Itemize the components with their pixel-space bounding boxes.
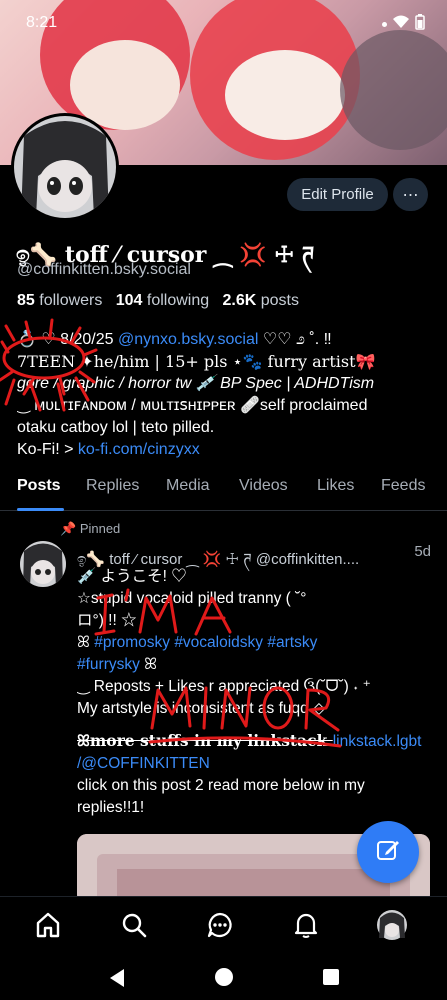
- nav-notifications-button[interactable]: [290, 911, 322, 943]
- chat-icon: [206, 911, 234, 944]
- linkstack-link-path[interactable]: /@COFFINKITTEN: [77, 755, 210, 772]
- tab-feeds[interactable]: Feeds: [381, 477, 425, 495]
- posts-count: 2.6K: [222, 292, 257, 309]
- nav-chat-button[interactable]: [204, 911, 236, 943]
- followers-count: 85: [17, 292, 35, 309]
- partner-handle-link[interactable]: @nynxo.bsky.social: [118, 331, 258, 348]
- hashtag-furrysky[interactable]: #furrysky: [77, 656, 140, 673]
- bio-line3: gore / graphic / horror tw 💉 BP Spec | A…: [17, 375, 375, 392]
- active-tab-indicator: [17, 508, 64, 511]
- post-author-avatar[interactable]: [20, 541, 66, 587]
- post-spacer: [77, 720, 437, 730]
- post-line2: ☆stupid vocaloid pilled tranny ( ˘°: [77, 590, 307, 607]
- home-circle-icon[interactable]: [214, 967, 234, 992]
- avatar: [377, 909, 407, 945]
- post-line6: ‿ Reposts + Likes r appreciated ઉ(˘ᗜ˘) ˖…: [77, 678, 371, 695]
- profile-handle: @coffinkitten.bsky.social: [17, 261, 191, 278]
- compose-icon: [375, 837, 401, 868]
- system-navigation-bar: [0, 956, 447, 1000]
- following-link[interactable]: 104 following: [116, 292, 209, 309]
- status-time: 8:21: [26, 14, 58, 31]
- pin-icon: 📌: [60, 521, 77, 536]
- edit-profile-button[interactable]: Edit Profile: [287, 178, 388, 211]
- followers-link[interactable]: 85 followers: [17, 292, 102, 309]
- tab-videos[interactable]: Videos: [239, 477, 288, 495]
- back-icon[interactable]: [108, 968, 126, 993]
- profile-avatar[interactable]: [11, 113, 119, 221]
- followers-label: followers: [39, 292, 103, 309]
- posts-stat: 2.6K posts: [223, 292, 300, 309]
- post-line3: ロ°) !! ☆: [77, 612, 137, 629]
- post-line11: replies!!1!: [77, 799, 145, 816]
- kofi-link[interactable]: ko-fi.com/cinzyxx: [78, 441, 200, 458]
- post-time[interactable]: 5d: [414, 543, 431, 560]
- wifi-icon: [393, 15, 409, 34]
- pinned-label: 📌 Pinned: [60, 521, 120, 537]
- following-label: following: [146, 292, 210, 309]
- battery-icon: [415, 14, 425, 35]
- tab-posts[interactable]: Posts: [17, 477, 61, 495]
- bio-line6-prefix: Ko-Fi! >: [17, 441, 78, 458]
- pinned-text: Pinned: [79, 521, 121, 536]
- nav-profile-button[interactable]: [376, 909, 408, 945]
- posts-label: posts: [260, 292, 299, 309]
- hashtag-links[interactable]: #promosky #vocaloidsky #artsky: [94, 634, 317, 651]
- nav-home-button[interactable]: [32, 911, 64, 943]
- profile-bio: 💍 ♡ 8/20/25 @nynxo.bsky.social ♡♡ ೨ ˚. ‼…: [17, 329, 437, 461]
- tab-likes[interactable]: Likes: [317, 477, 354, 495]
- compose-post-button[interactable]: [357, 821, 419, 883]
- nav-search-button[interactable]: [118, 911, 150, 943]
- home-icon: [34, 911, 62, 944]
- tab-replies[interactable]: Replies: [86, 477, 139, 495]
- profile-tabs: Posts Replies Media Videos Likes Feeds: [0, 469, 447, 511]
- post-line10: click on this post 2 read more below in …: [77, 777, 365, 794]
- more-options-button[interactable]: ⋯: [393, 178, 428, 211]
- dot-icon: [382, 22, 387, 27]
- bio-line1-prefix: 💍 ♡ 8/20/25: [17, 331, 118, 348]
- bio-line4: ‿ ᴍᴜʟᴛɪꜰᴀɴᴅᴏᴍ / ᴍᴜʟᴛɪꜱʜɪᴘᴘᴇʀ 🩹self procl…: [17, 397, 368, 414]
- bio-line2: 7TEEN ✦he/him | 15+ pls ⋆🐾 fu𝗋ry artist🎀: [17, 352, 376, 371]
- post-line7: My artstyle is inconsistent as fuqq ◇: [77, 700, 325, 717]
- post-line8-prefix: ꕤmore stuffs in my linkstack: [77, 731, 333, 750]
- post-text[interactable]: 💉 ようこそ! ♡ ☆stupid vocaloid pilled tranny…: [77, 566, 437, 819]
- status-bar: 8:21: [0, 0, 447, 46]
- recents-icon[interactable]: [322, 968, 340, 991]
- post-line1: 💉 ようこそ! ♡: [77, 568, 187, 585]
- bell-icon: [292, 911, 320, 944]
- bio-line5: otaku catboy lol | teto pilled.: [17, 419, 215, 436]
- linkstack-link[interactable]: linkstack.lgbt: [333, 733, 422, 750]
- post-line5-suffix: ꕤ: [139, 656, 158, 673]
- search-icon: [120, 911, 148, 944]
- profile-stats: 85 followers 104 following 2.6K posts: [17, 292, 299, 310]
- bottom-navigation: [0, 896, 447, 957]
- bio-line1-suffix: ♡♡ ೨ ˚. ‼: [258, 331, 332, 348]
- following-count: 104: [115, 292, 143, 309]
- tab-media[interactable]: Media: [166, 477, 210, 495]
- post-line4-prefix: ꕤ: [77, 634, 95, 651]
